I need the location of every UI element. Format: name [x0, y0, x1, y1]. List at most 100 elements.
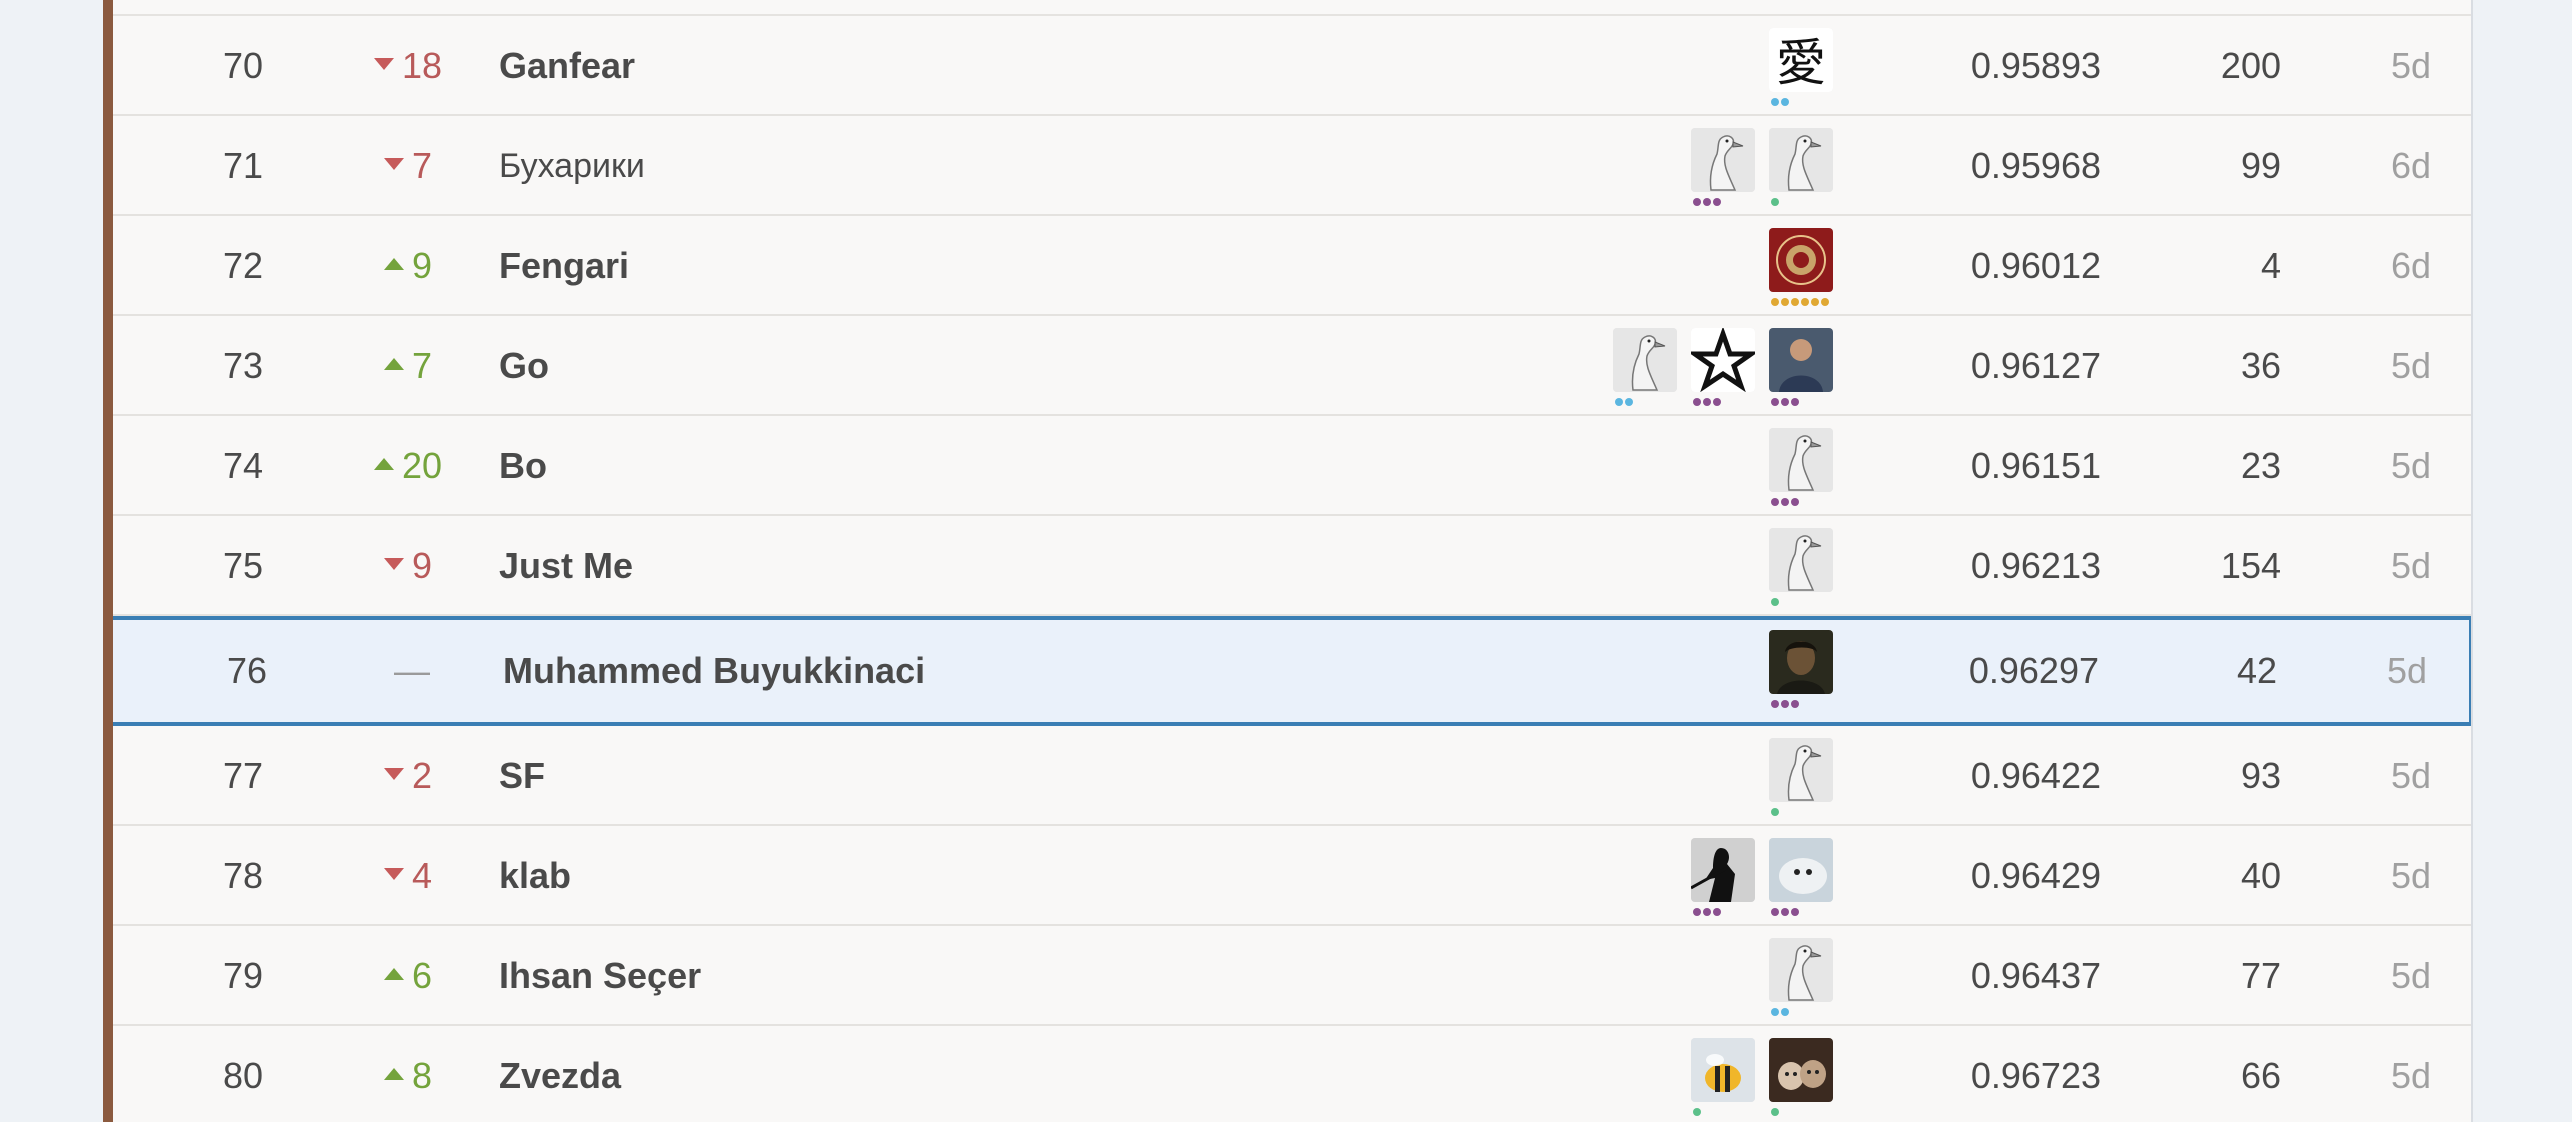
last-submission-cell: 5d	[2390, 45, 2431, 86]
team-name[interactable]: Ganfear	[499, 16, 635, 116]
tier-dot	[1791, 498, 1799, 506]
entries-cell: 99	[2240, 145, 2281, 186]
rank-cell: 70	[222, 45, 264, 86]
tier-dot	[1771, 498, 1779, 506]
tier-dots	[1771, 198, 1779, 206]
last-submission-cell: 6d	[2390, 145, 2431, 186]
score-cell: 0.96127	[1970, 345, 2101, 386]
member-avatar[interactable]	[1769, 630, 1833, 710]
team-name[interactable]: Бухарики	[499, 116, 645, 216]
rank-change: 4	[333, 826, 483, 926]
member-avatar[interactable]	[1769, 528, 1833, 608]
tier-dots	[1693, 908, 1721, 916]
table-row[interactable]: 80 8 Zvezda 0.96723 66 5d	[113, 1026, 2471, 1122]
score-cell: 0.96422	[1970, 755, 2101, 796]
rank-change: 7	[333, 116, 483, 216]
team-name[interactable]: Muhammed Buyukkinaci	[503, 620, 925, 722]
rank-change-value: 6	[411, 955, 433, 996]
table-row-current-user[interactable]: 76 — Muhammed Buyukkinaci 0.96297 42 5d	[113, 616, 2471, 726]
table-row[interactable]: 77 2 SF 0.96422 93 5d	[113, 726, 2471, 826]
arrow-down-icon	[383, 768, 404, 781]
table-row[interactable]: 75 9 Just Me 0.96213 154 5d	[113, 516, 2471, 616]
rank-cell: 74	[222, 445, 264, 486]
rank-change-value: 7	[411, 345, 433, 386]
table-row[interactable]: 78 4 klab 0.96429 40 5d	[113, 826, 2471, 926]
team-members	[1769, 630, 1833, 710]
seal-icon	[1769, 228, 1833, 292]
team-name[interactable]: Zvezda	[499, 1026, 621, 1122]
rank-change-value: 9	[411, 545, 433, 586]
entries-cell: 4	[2260, 245, 2281, 286]
tier-dot	[1693, 198, 1701, 206]
team-name[interactable]: Bo	[499, 416, 547, 516]
rank-cell: 72	[222, 245, 264, 286]
member-avatar[interactable]	[1769, 428, 1833, 508]
tier-dots	[1771, 98, 1789, 106]
table-row[interactable]: 73 7 Go 0.96127 36 5d	[113, 316, 2471, 416]
member-avatar[interactable]	[1769, 938, 1833, 1018]
entries-cell: 77	[2240, 955, 2281, 996]
score-cell: 0.96429	[1970, 855, 2101, 896]
member-avatar[interactable]	[1691, 128, 1755, 208]
tier-dot	[1791, 908, 1799, 916]
tier-dot	[1693, 1108, 1701, 1116]
tier-dots	[1771, 808, 1779, 816]
member-avatar[interactable]	[1769, 228, 1833, 308]
svg-text:愛: 愛	[1776, 34, 1826, 92]
team-name[interactable]: klab	[499, 826, 571, 926]
tier-dot	[1703, 398, 1711, 406]
rank-change-value: 18	[401, 45, 443, 86]
bee-icon	[1691, 1038, 1755, 1102]
tier-dot	[1821, 298, 1829, 306]
member-avatar[interactable]	[1769, 128, 1833, 208]
score-cell: 0.96213	[1970, 545, 2101, 586]
portrait-photo-icon	[1769, 630, 1833, 694]
tier-dot	[1771, 398, 1779, 406]
member-avatar[interactable]	[1769, 1038, 1833, 1118]
arrow-up-icon	[383, 258, 404, 271]
rank-change: —	[337, 620, 487, 722]
rank-change: 9	[333, 516, 483, 616]
team-members	[1769, 738, 1833, 818]
tier-dot	[1781, 908, 1789, 916]
table-row[interactable]: 70 18 Ganfear 愛 0.95893 200 5d	[113, 16, 2471, 116]
table-row[interactable]: 71 7 Бухарики 0.95968 99 6d	[113, 116, 2471, 216]
rank-cell: 71	[222, 145, 264, 186]
last-submission-cell: 5d	[2390, 855, 2431, 896]
seal-animal-icon	[1769, 838, 1833, 902]
score-cell: 0.95968	[1970, 145, 2101, 186]
team-name[interactable]: Just Me	[499, 516, 633, 616]
team-name[interactable]: Ihsan Seçer	[499, 926, 701, 1026]
tier-dots	[1693, 1108, 1701, 1116]
member-avatar[interactable]	[1769, 328, 1833, 408]
rank-change: 20	[333, 416, 483, 516]
tier-dot	[1615, 398, 1623, 406]
tier-dot	[1713, 398, 1721, 406]
rank-cell: 78	[222, 855, 264, 896]
score-cell: 0.96437	[1970, 955, 2101, 996]
member-avatar[interactable]	[1691, 1038, 1755, 1118]
table-row[interactable]: 74 20 Bo 0.96151 23 5d	[113, 416, 2471, 516]
member-avatar[interactable]: 愛	[1769, 28, 1833, 108]
member-avatar[interactable]	[1691, 328, 1755, 408]
tier-dots	[1771, 1108, 1779, 1116]
kanji-icon: 愛	[1769, 28, 1833, 92]
tier-dot	[1703, 198, 1711, 206]
member-avatar[interactable]	[1691, 838, 1755, 918]
tier-dots	[1771, 298, 1829, 306]
tier-dot	[1771, 1108, 1779, 1116]
member-avatar[interactable]	[1613, 328, 1677, 408]
goose-icon	[1769, 428, 1833, 492]
goose-icon	[1769, 128, 1833, 192]
goose-icon	[1613, 328, 1677, 392]
team-name[interactable]: Go	[499, 316, 549, 416]
member-avatar[interactable]	[1769, 838, 1833, 918]
team-name[interactable]: SF	[499, 726, 545, 826]
member-avatar[interactable]	[1769, 738, 1833, 818]
table-row[interactable]: 72 9 Fengari 0.96012 4 6d	[113, 216, 2471, 316]
table-row[interactable]: 79 6 Ihsan Seçer 0.96437 77 5d	[113, 926, 2471, 1026]
team-members	[1769, 228, 1833, 308]
rank-change-value: 2	[411, 755, 433, 796]
tier-dot	[1781, 700, 1789, 708]
team-name[interactable]: Fengari	[499, 216, 629, 316]
